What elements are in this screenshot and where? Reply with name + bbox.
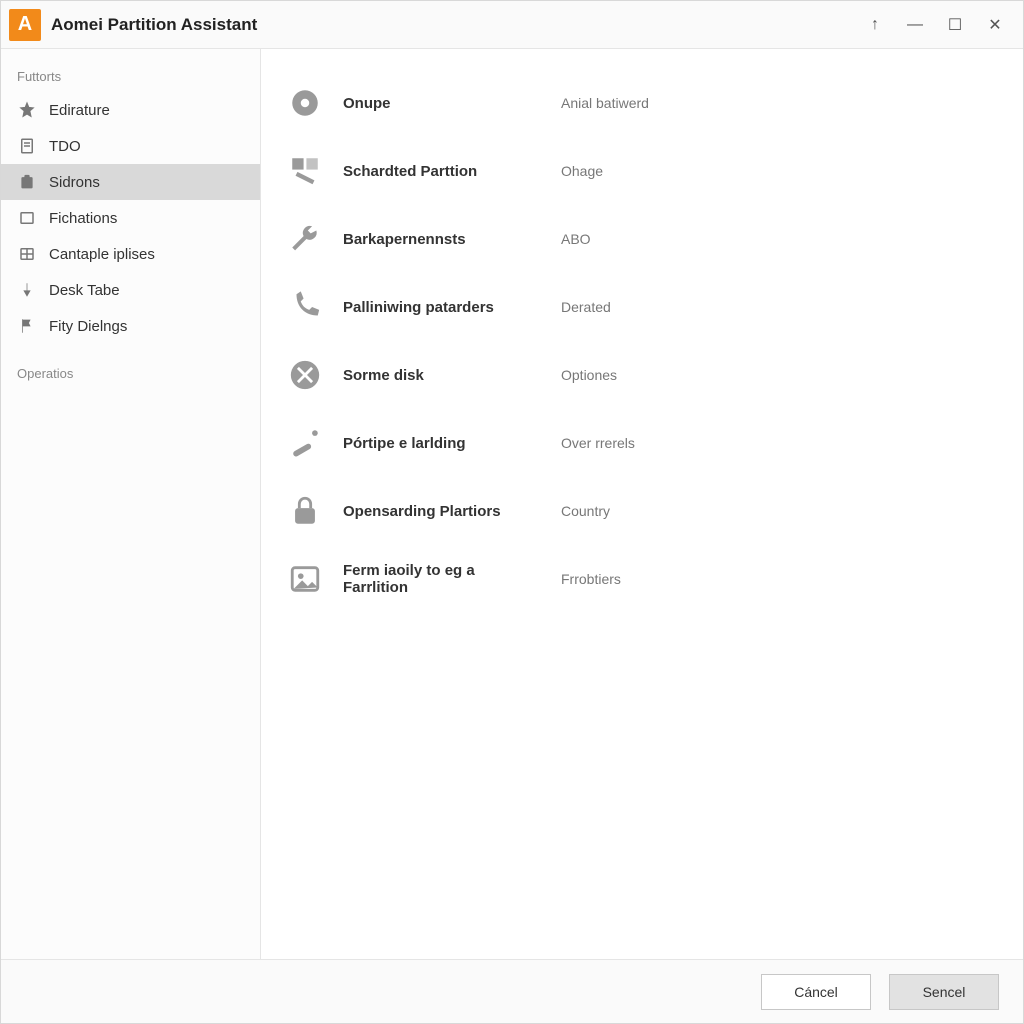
row-name: Opensarding Plartiors bbox=[343, 503, 543, 520]
row-sorme-disk[interactable]: Sorme disk Optiones bbox=[285, 341, 999, 409]
phone-icon bbox=[285, 287, 325, 327]
sidebar: Futtorts Edirature TDO Sidrons bbox=[1, 49, 261, 959]
row-name: Sorme disk bbox=[343, 367, 543, 384]
wrench-icon bbox=[285, 219, 325, 259]
partition-icon bbox=[285, 151, 325, 191]
sidebar-item-label: Cantaple iplises bbox=[49, 246, 155, 263]
sidebar-section-operatios: Operatios bbox=[1, 362, 260, 389]
tools-icon bbox=[285, 355, 325, 395]
footer: Cáncel Sencel bbox=[1, 959, 1023, 1023]
row-value: Frrobtiers bbox=[561, 571, 621, 587]
row-value: Anial batiwerd bbox=[561, 95, 649, 111]
row-name: Onupe bbox=[343, 95, 543, 112]
window-maximize-button[interactable]: ☐ bbox=[935, 7, 975, 43]
sidebar-item-label: Fity Dielngs bbox=[49, 318, 127, 335]
row-onupe[interactable]: Onupe Anial batiwerd bbox=[285, 69, 999, 137]
wand-icon bbox=[285, 423, 325, 463]
sidebar-section-futtorts: Futtorts bbox=[1, 65, 260, 92]
rectangle-icon bbox=[17, 208, 37, 228]
app-window: A Aomei Partition Assistant ↑ — ☐ ✕ Futt… bbox=[0, 0, 1024, 1024]
sencel-button[interactable]: Sencel bbox=[889, 974, 999, 1010]
star-icon bbox=[17, 100, 37, 120]
sidebar-item-fichations[interactable]: Fichations bbox=[1, 200, 260, 236]
grid-icon bbox=[17, 244, 37, 264]
row-palliniwing[interactable]: Palliniwing patarders Derated bbox=[285, 273, 999, 341]
sidebar-item-label: Edirature bbox=[49, 102, 110, 119]
sidebar-item-edirature[interactable]: Edirature bbox=[1, 92, 260, 128]
main-panel: Onupe Anial batiwerd Schardted Parttion … bbox=[261, 49, 1023, 959]
box-icon bbox=[17, 172, 37, 192]
row-name: Barkapernennsts bbox=[343, 231, 543, 248]
row-ferm-iaoily[interactable]: Ferm iaoily to eg a Farrlition Frrobtier… bbox=[285, 545, 999, 613]
row-name: Ferm iaoily to eg a Farrlition bbox=[343, 562, 543, 596]
row-value: Over rrerels bbox=[561, 435, 635, 451]
row-opensarding[interactable]: Opensarding Plartiors Country bbox=[285, 477, 999, 545]
row-value: Derated bbox=[561, 299, 611, 315]
window-close-button[interactable]: ✕ bbox=[975, 7, 1015, 43]
sidebar-item-desk-tabe[interactable]: Desk Tabe bbox=[1, 272, 260, 308]
flag-icon bbox=[17, 316, 37, 336]
row-value: Optiones bbox=[561, 367, 617, 383]
row-value: ABO bbox=[561, 231, 591, 247]
row-value: Country bbox=[561, 503, 610, 519]
disc-icon bbox=[285, 83, 325, 123]
sidebar-item-label: Sidrons bbox=[49, 174, 100, 191]
titlebar: A Aomei Partition Assistant ↑ — ☐ ✕ bbox=[1, 1, 1023, 49]
sidebar-item-tdo[interactable]: TDO bbox=[1, 128, 260, 164]
sidebar-item-fity-dielngs[interactable]: Fity Dielngs bbox=[1, 308, 260, 344]
row-name: Schardted Parttion bbox=[343, 163, 543, 180]
sidebar-item-label: TDO bbox=[49, 138, 81, 155]
sidebar-item-cantaple[interactable]: Cantaple iplises bbox=[1, 236, 260, 272]
window-up-button[interactable]: ↑ bbox=[855, 7, 895, 43]
sidebar-item-label: Fichations bbox=[49, 210, 117, 227]
app-title: Aomei Partition Assistant bbox=[51, 15, 257, 35]
row-schardted-parttion[interactable]: Schardted Parttion Ohage bbox=[285, 137, 999, 205]
row-barkapernennsts[interactable]: Barkapernennsts ABO bbox=[285, 205, 999, 273]
row-name: Pórtipe e larlding bbox=[343, 435, 543, 452]
lock-icon bbox=[285, 491, 325, 531]
image-icon bbox=[285, 559, 325, 599]
body: Futtorts Edirature TDO Sidrons bbox=[1, 49, 1023, 959]
cancel-button[interactable]: Cáncel bbox=[761, 974, 871, 1010]
app-logo: A bbox=[9, 9, 41, 41]
document-icon bbox=[17, 136, 37, 156]
row-value: Ohage bbox=[561, 163, 603, 179]
row-portipe[interactable]: Pórtipe e larlding Over rrerels bbox=[285, 409, 999, 477]
pin-icon bbox=[17, 280, 37, 300]
window-minimize-button[interactable]: — bbox=[895, 7, 935, 43]
sidebar-item-label: Desk Tabe bbox=[49, 282, 120, 299]
sidebar-item-sidrons[interactable]: Sidrons bbox=[1, 164, 260, 200]
row-name: Palliniwing patarders bbox=[343, 299, 543, 316]
